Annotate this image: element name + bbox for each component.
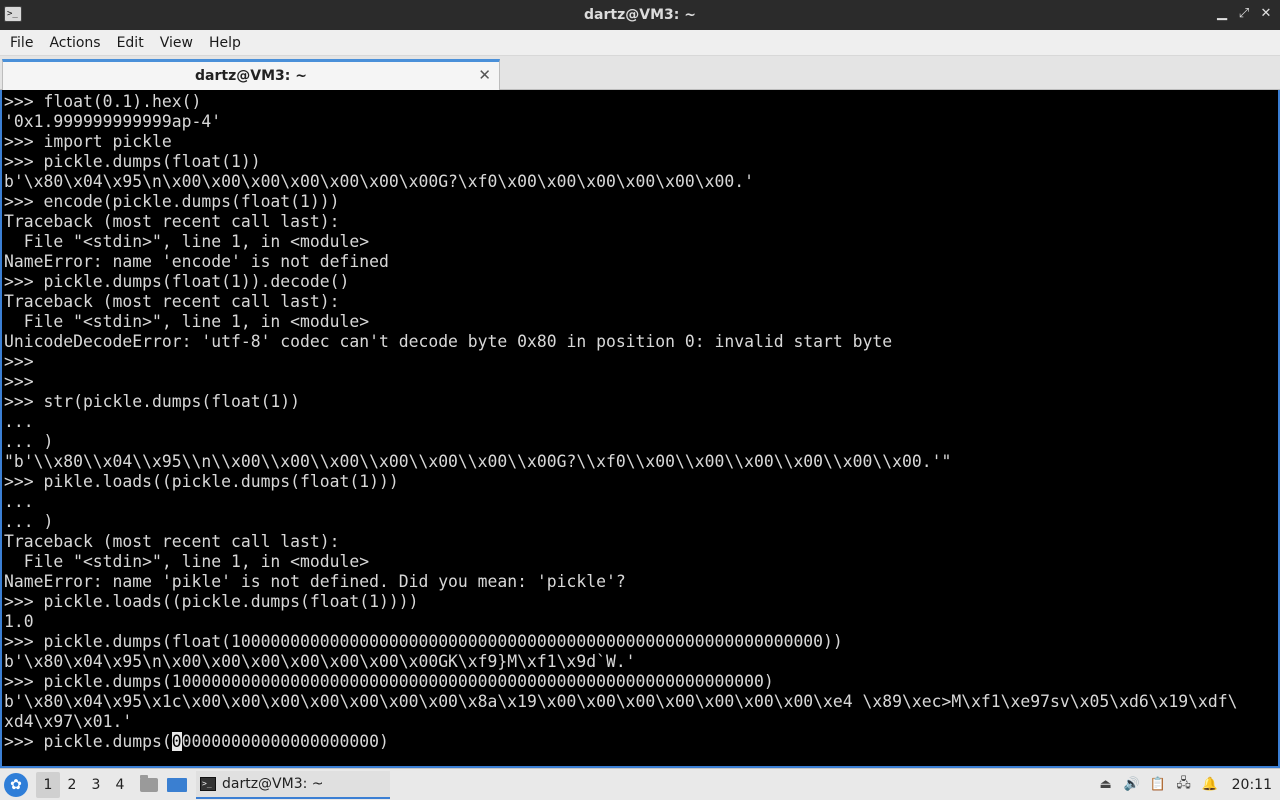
terminal-line: >>> pikle.loads((pickle.dumps(float(1))) — [4, 472, 399, 491]
terminal-prompt-line[interactable]: >>> pickle.dumps(000000000000000000000) — [4, 732, 1278, 752]
terminal-line: >>> pickle.dumps(10000000000000000000000… — [4, 672, 774, 691]
terminal-line: b'\x80\x04\x95\n\x00\x00\x00\x00\x00\x00… — [4, 172, 754, 191]
tab-bar: dartz@VM3: ~ ✕ — [0, 56, 1280, 90]
workspace-3[interactable]: 3 — [84, 772, 108, 798]
minimize-button[interactable]: ▁ — [1214, 6, 1230, 22]
terminal-line: ... ) — [4, 512, 54, 531]
terminal-line: UnicodeDecodeError: 'utf-8' codec can't … — [4, 332, 893, 351]
window-controls: ▁ ⤢ ✕ — [1214, 6, 1274, 22]
terminal-line: "b'\\x80\\x04\\x95\\n\\x00\\x00\\x00\\x0… — [4, 452, 952, 471]
terminal-line: '0x1.999999999999ap-4' — [4, 112, 222, 131]
upload-icon[interactable]: ⏏ — [1098, 777, 1114, 793]
terminal-line: >>> import pickle — [4, 132, 172, 151]
terminal-line: Traceback (most recent call last): — [4, 212, 340, 231]
workspace-2[interactable]: 2 — [60, 772, 84, 798]
volume-icon[interactable]: 🔊 — [1124, 777, 1140, 793]
file-manager-icon[interactable] — [138, 774, 160, 796]
terminal-line: ... — [4, 412, 34, 431]
menu-file[interactable]: File — [2, 30, 41, 56]
terminal-line: NameError: name 'pikle' is not defined. … — [4, 572, 626, 591]
terminal-line: >>> encode(pickle.dumps(float(1))) — [4, 192, 340, 211]
window-title: dartz@VM3: ~ — [584, 7, 696, 23]
terminal-line: ... ) — [4, 432, 54, 451]
maximize-button[interactable]: ⤢ — [1236, 6, 1252, 22]
terminal-line: 1.0 — [4, 612, 34, 631]
terminal-line: b'\x80\x04\x95\n\x00\x00\x00\x00\x00\x00… — [4, 652, 636, 671]
terminal-line: xd4\x97\x01.' — [4, 712, 133, 731]
workspace-switcher: 1 2 3 4 — [36, 771, 132, 798]
terminal-scrollbar[interactable] — [1275, 90, 1278, 766]
menu-view[interactable]: View — [152, 30, 201, 56]
terminal-line: >>> pickle.dumps(float(1)) — [4, 152, 261, 171]
window-titlebar: >_ dartz@VM3: ~ ▁ ⤢ ✕ — [0, 0, 1280, 30]
terminal-line: >>> float(0.1).hex() — [4, 92, 202, 111]
network-icon[interactable]: 🖧 — [1176, 776, 1192, 793]
terminal-line: Traceback (most recent call last): — [4, 292, 340, 311]
close-button[interactable]: ✕ — [1258, 6, 1274, 22]
workspace-1[interactable]: 1 — [36, 771, 60, 798]
taskbar-window-label: dartz@VM3: ~ — [222, 775, 324, 792]
clock[interactable]: 20:11 — [1232, 777, 1272, 793]
terminal-line: File "<stdin>", line 1, in <module> — [4, 232, 370, 251]
notification-icon[interactable]: 🔔 — [1202, 777, 1218, 793]
terminal-line: >>> str(pickle.dumps(float(1)) — [4, 392, 301, 411]
menu-actions[interactable]: Actions — [41, 30, 108, 56]
terminal-line: >>> pickle.loads((pickle.dumps(float(1))… — [4, 592, 419, 611]
terminal-line: File "<stdin>", line 1, in <module> — [4, 312, 370, 331]
tab-close-icon[interactable]: ✕ — [478, 66, 491, 84]
menu-edit[interactable]: Edit — [109, 30, 152, 56]
terminal-line: b'\x80\x04\x95\x1c\x00\x00\x00\x00\x00\x… — [4, 692, 1238, 711]
terminal-view[interactable]: >>> float(0.1).hex() '0x1.999999999999ap-… — [0, 90, 1280, 768]
taskbar-window-button[interactable]: >_ dartz@VM3: ~ — [196, 770, 390, 799]
prompt-text-after-cursor: 00000000000000000000) — [181, 732, 389, 751]
tab-label: dartz@VM3: ~ — [195, 68, 307, 84]
start-menu-icon[interactable]: ✿ — [4, 772, 28, 797]
prompt-text: >>> pickle.dumps( — [4, 732, 172, 751]
terminal-line: File "<stdin>", line 1, in <module> — [4, 552, 370, 571]
terminal-app-icon[interactable]: >_ — [4, 6, 22, 22]
terminal-line: ... — [4, 492, 34, 511]
workspace-4[interactable]: 4 — [108, 772, 132, 798]
terminal-line: >>> pickle.dumps(float(10000000000000000… — [4, 632, 843, 651]
menu-bar: File Actions Edit View Help — [0, 30, 1280, 56]
terminal-line: >>> — [4, 352, 34, 371]
menu-help[interactable]: Help — [201, 30, 249, 56]
terminal-line: >>> pickle.dumps(float(1)).decode() — [4, 272, 350, 291]
terminal-line: Traceback (most recent call last): — [4, 532, 340, 551]
tab-terminal[interactable]: dartz@VM3: ~ ✕ — [2, 59, 500, 90]
terminal-line: >>> — [4, 372, 34, 391]
show-desktop-icon[interactable] — [166, 774, 188, 796]
taskbar: ✿ 1 2 3 4 >_ dartz@VM3: ~ ⏏ 🔊 📋 🖧 🔔 20:1… — [0, 768, 1280, 800]
clipboard-icon[interactable]: 📋 — [1150, 777, 1166, 793]
terminal-line: NameError: name 'encode' is not defined — [4, 252, 389, 271]
terminal-output: >>> float(0.1).hex() '0x1.999999999999ap-… — [4, 92, 1278, 752]
text-cursor: 0 — [171, 732, 182, 751]
terminal-icon: >_ — [200, 776, 216, 791]
system-tray: ⏏ 🔊 📋 🖧 🔔 20:11 — [1098, 776, 1280, 793]
